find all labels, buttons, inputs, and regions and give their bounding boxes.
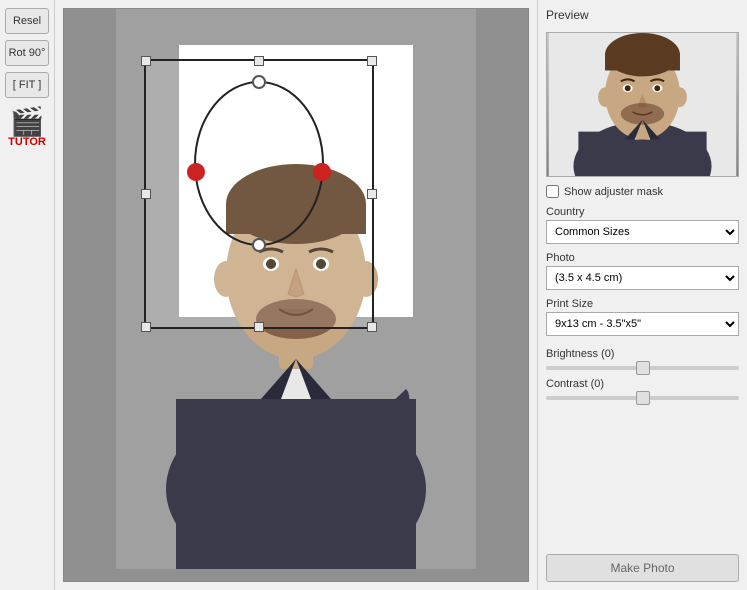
print-size-field-group: Print Size 9x13 cm - 3.5"x5" 10x15 cm - … [546, 298, 739, 336]
tutor-button[interactable]: 🎬 TUTOR [8, 108, 46, 148]
country-field-group: Country Common Sizes USA UK Canada [546, 206, 739, 244]
chin-handle[interactable] [252, 238, 266, 252]
contrast-track [546, 396, 739, 400]
preview-image [546, 32, 739, 177]
handle-bot-center[interactable] [254, 322, 264, 332]
contrast-thumb[interactable] [636, 391, 650, 405]
preview-person-bg [547, 33, 738, 176]
handle-mid-left[interactable] [141, 189, 151, 199]
selection-box[interactable] [144, 59, 374, 329]
ear-handle-left[interactable] [187, 163, 205, 181]
oval-top-handle[interactable] [252, 75, 266, 89]
country-label: Country [546, 206, 739, 218]
film-icon: 🎬 [10, 108, 45, 136]
handle-top-left[interactable] [141, 56, 151, 66]
main-area [55, 0, 537, 590]
preview-svg [547, 33, 738, 176]
country-select[interactable]: Common Sizes USA UK Canada [546, 220, 739, 244]
slider-section: Brightness (0) Contrast (0) [546, 348, 739, 400]
handle-top-center[interactable] [254, 56, 264, 66]
handle-mid-right[interactable] [367, 189, 377, 199]
contrast-label: Contrast (0) [546, 378, 739, 390]
make-photo-button[interactable]: Make Photo [546, 554, 739, 582]
brightness-label: Brightness (0) [546, 348, 739, 360]
brightness-track [546, 366, 739, 370]
tutor-label: TUTOR [8, 136, 46, 148]
brightness-row: Brightness (0) [546, 348, 739, 370]
photo-select[interactable]: (3.5 x 4.5 cm) (2 x 2 inch) [546, 266, 739, 290]
show-mask-row: Show adjuster mask [546, 185, 739, 198]
ear-handle-right[interactable] [313, 163, 331, 181]
handle-bot-right[interactable] [367, 322, 377, 332]
show-mask-label: Show adjuster mask [564, 186, 663, 198]
handle-top-right[interactable] [367, 56, 377, 66]
print-size-label: Print Size [546, 298, 739, 310]
image-canvas[interactable] [63, 8, 529, 582]
photo-label: Photo [546, 252, 739, 264]
contrast-row: Contrast (0) [546, 378, 739, 400]
rotate-button[interactable]: Rot 90° [5, 40, 49, 66]
show-mask-checkbox[interactable] [546, 185, 559, 198]
preview-title: Preview [546, 8, 739, 22]
fit-button[interactable]: [ FIT ] [5, 72, 49, 98]
reset-button[interactable]: Resel [5, 8, 49, 34]
face-oval[interactable] [194, 81, 324, 246]
print-size-select[interactable]: 9x13 cm - 3.5"x5" 10x15 cm - 4"x6" [546, 312, 739, 336]
right-panel: Preview [537, 0, 747, 590]
handle-bot-left[interactable] [141, 322, 151, 332]
toolbar: Resel Rot 90° [ FIT ] 🎬 TUTOR [0, 0, 55, 590]
photo-field-group: Photo (3.5 x 4.5 cm) (2 x 2 inch) [546, 252, 739, 290]
brightness-thumb[interactable] [636, 361, 650, 375]
